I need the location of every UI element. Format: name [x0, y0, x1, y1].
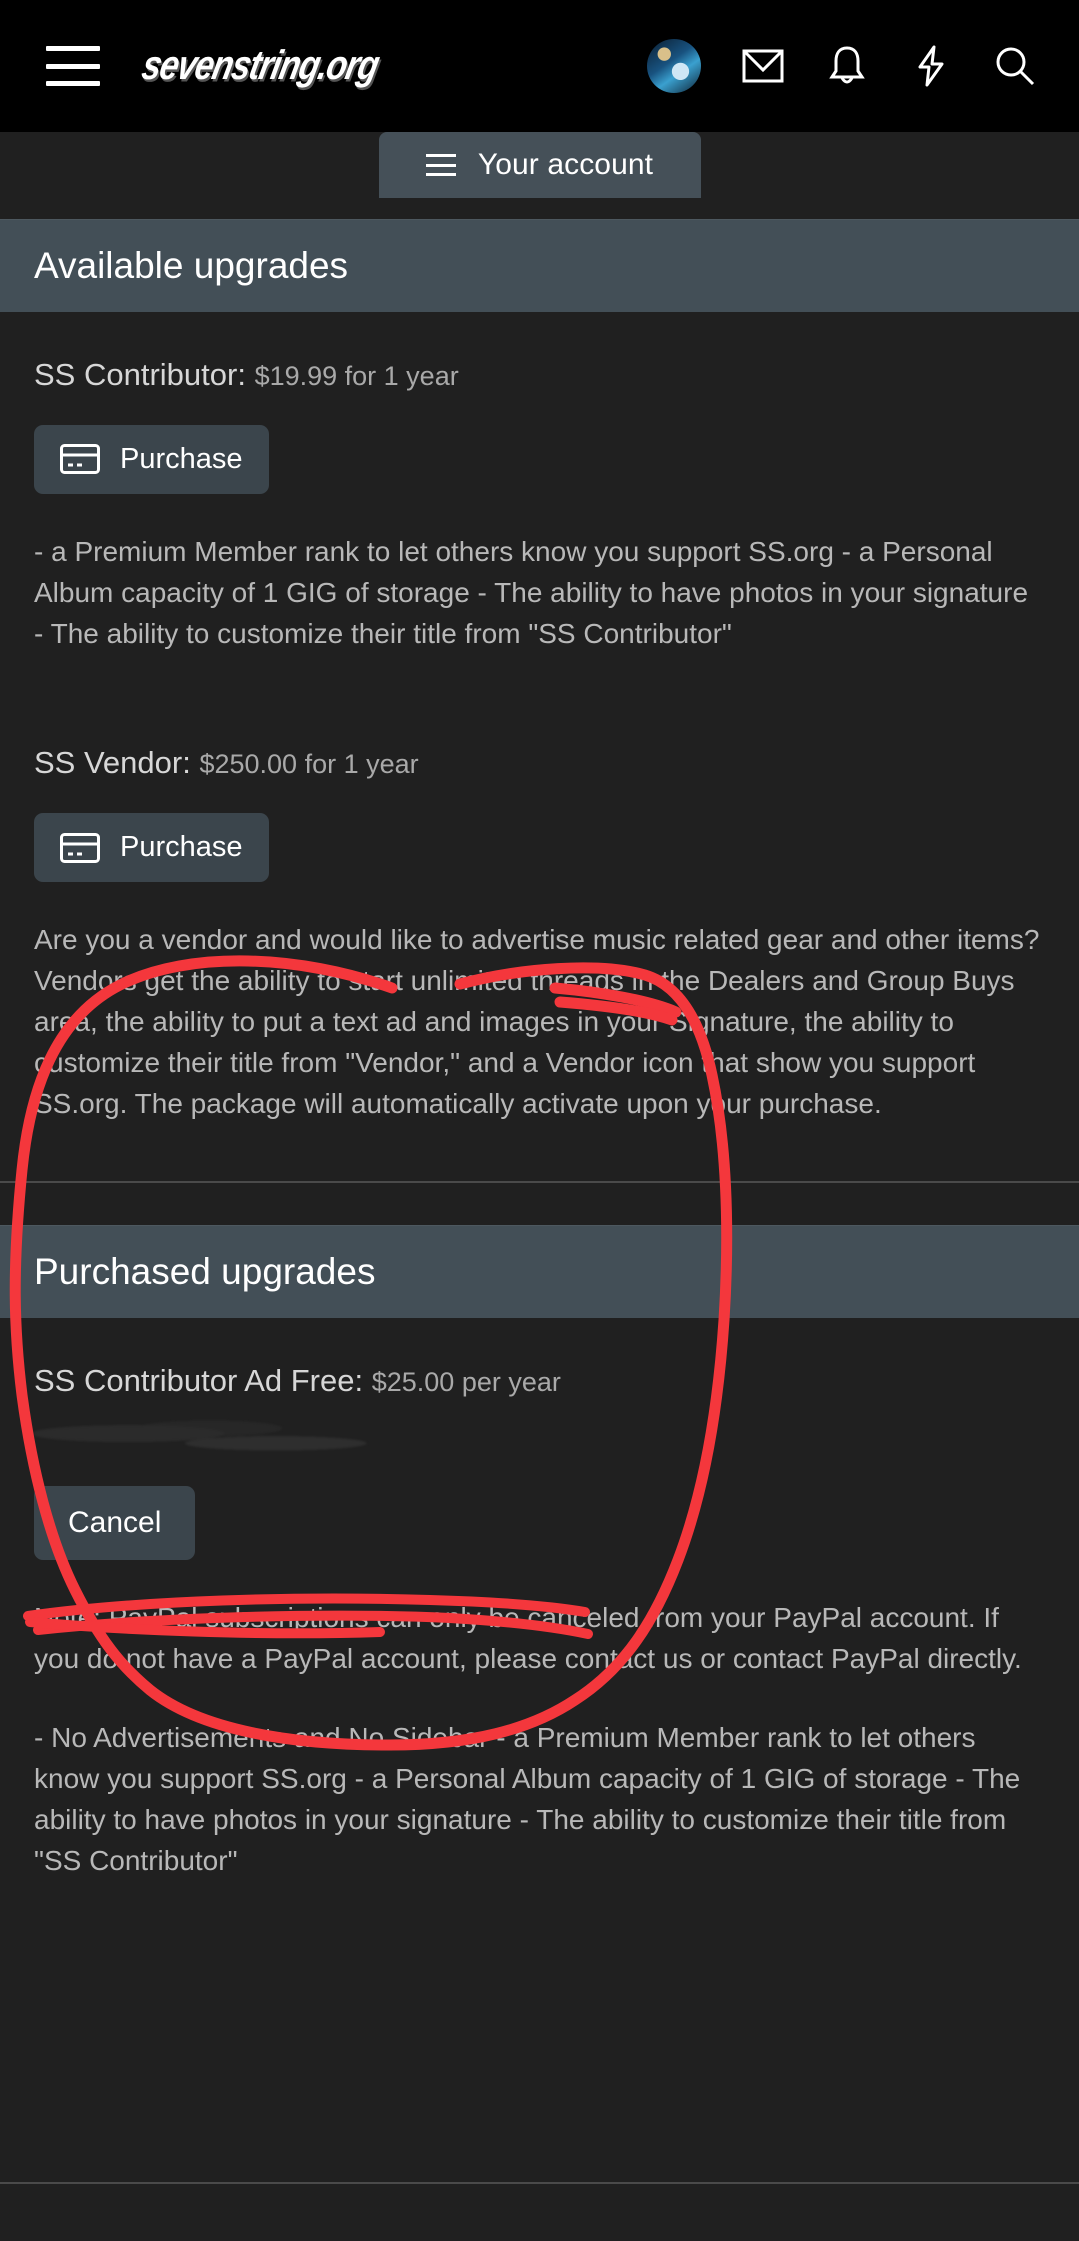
bell-icon[interactable] [825, 44, 869, 88]
available-upgrades-panel: SS Contributor: $19.99 for 1 year Purcha… [0, 312, 1079, 1181]
hamburger-bar [425, 163, 456, 167]
purchase-button-label: Purchase [120, 442, 243, 475]
page-root: sevenstring.org Your account Available u… [0, 0, 1079, 2241]
upgrade-name: SS Contributor: [34, 357, 246, 392]
upgrade-item-ss-contributor: SS Contributor: $19.99 for 1 year Purcha… [34, 312, 1045, 654]
upgrade-item-ss-vendor: SS Vendor: $250.00 for 1 year Purchase A… [34, 700, 1045, 1124]
upgrade-heading: SS Contributor: $19.99 for 1 year [34, 312, 1045, 395]
hamburger-icon [425, 154, 456, 176]
purchased-upgrades-header: Purchased upgrades [0, 1224, 1079, 1318]
hamburger-bar [46, 63, 100, 69]
section-title: Available upgrades [34, 245, 349, 286]
hamburger-bar [46, 81, 100, 86]
purchased-price: $25.00 per year [371, 1366, 561, 1397]
menu-icon[interactable] [46, 46, 100, 86]
site-logo[interactable]: sevenstring.org [138, 42, 383, 89]
avatar[interactable] [647, 39, 701, 93]
upgrade-price: $19.99 for 1 year [254, 361, 459, 391]
navbar-actions [647, 39, 1051, 93]
credit-card-icon [60, 832, 100, 863]
spacer [0, 1182, 1079, 1225]
upgrade-heading: SS Vendor: $250.00 for 1 year [34, 700, 1045, 783]
purchase-button-ss-contributor[interactable]: Purchase [34, 424, 269, 494]
upgrade-description: - a Premium Member rank to let others kn… [34, 535, 1029, 649]
envelope-icon[interactable] [741, 44, 785, 88]
cancel-button[interactable]: Cancel [34, 1486, 196, 1561]
purchase-button-label: Purchase [120, 831, 243, 864]
credit-card-icon [60, 444, 100, 475]
section-title: Purchased upgrades [34, 1250, 376, 1292]
redacted-text [34, 1416, 424, 1461]
bottom-divider [0, 2182, 1079, 2184]
hamburger-bar [425, 173, 456, 176]
your-account-label: Your account [477, 148, 654, 181]
purchased-heading: SS Contributor Ad Free: $25.00 per year [34, 1318, 1045, 1401]
account-tab-bar: Your account [0, 132, 1079, 219]
top-navbar: sevenstring.org [0, 0, 1079, 132]
purchased-description: - No Advertisements and No Sidebar - a P… [34, 1722, 1021, 1876]
upgrade-name: SS Vendor: [34, 745, 191, 781]
upgrade-description: Are you a vendor and would like to adver… [34, 924, 1040, 1119]
cancel-button-label: Cancel [68, 1506, 162, 1540]
purchased-upgrades-panel: SS Contributor Ad Free: $25.00 per year … [0, 1317, 1079, 1882]
search-icon[interactable] [993, 44, 1037, 88]
lightning-bolt-icon[interactable] [909, 44, 953, 88]
purchase-button-ss-vendor[interactable]: Purchase [34, 813, 269, 883]
available-upgrades-header: Available upgrades [0, 219, 1079, 312]
your-account-tab[interactable]: Your account [378, 132, 701, 198]
hamburger-bar [46, 46, 100, 51]
upgrade-price: $250.00 for 1 year [199, 749, 419, 780]
hamburger-bar [425, 154, 456, 157]
paypal-note: Note: PayPal subscriptions can only be c… [34, 1602, 1022, 1675]
purchased-name: SS Contributor Ad Free: [34, 1362, 364, 1398]
